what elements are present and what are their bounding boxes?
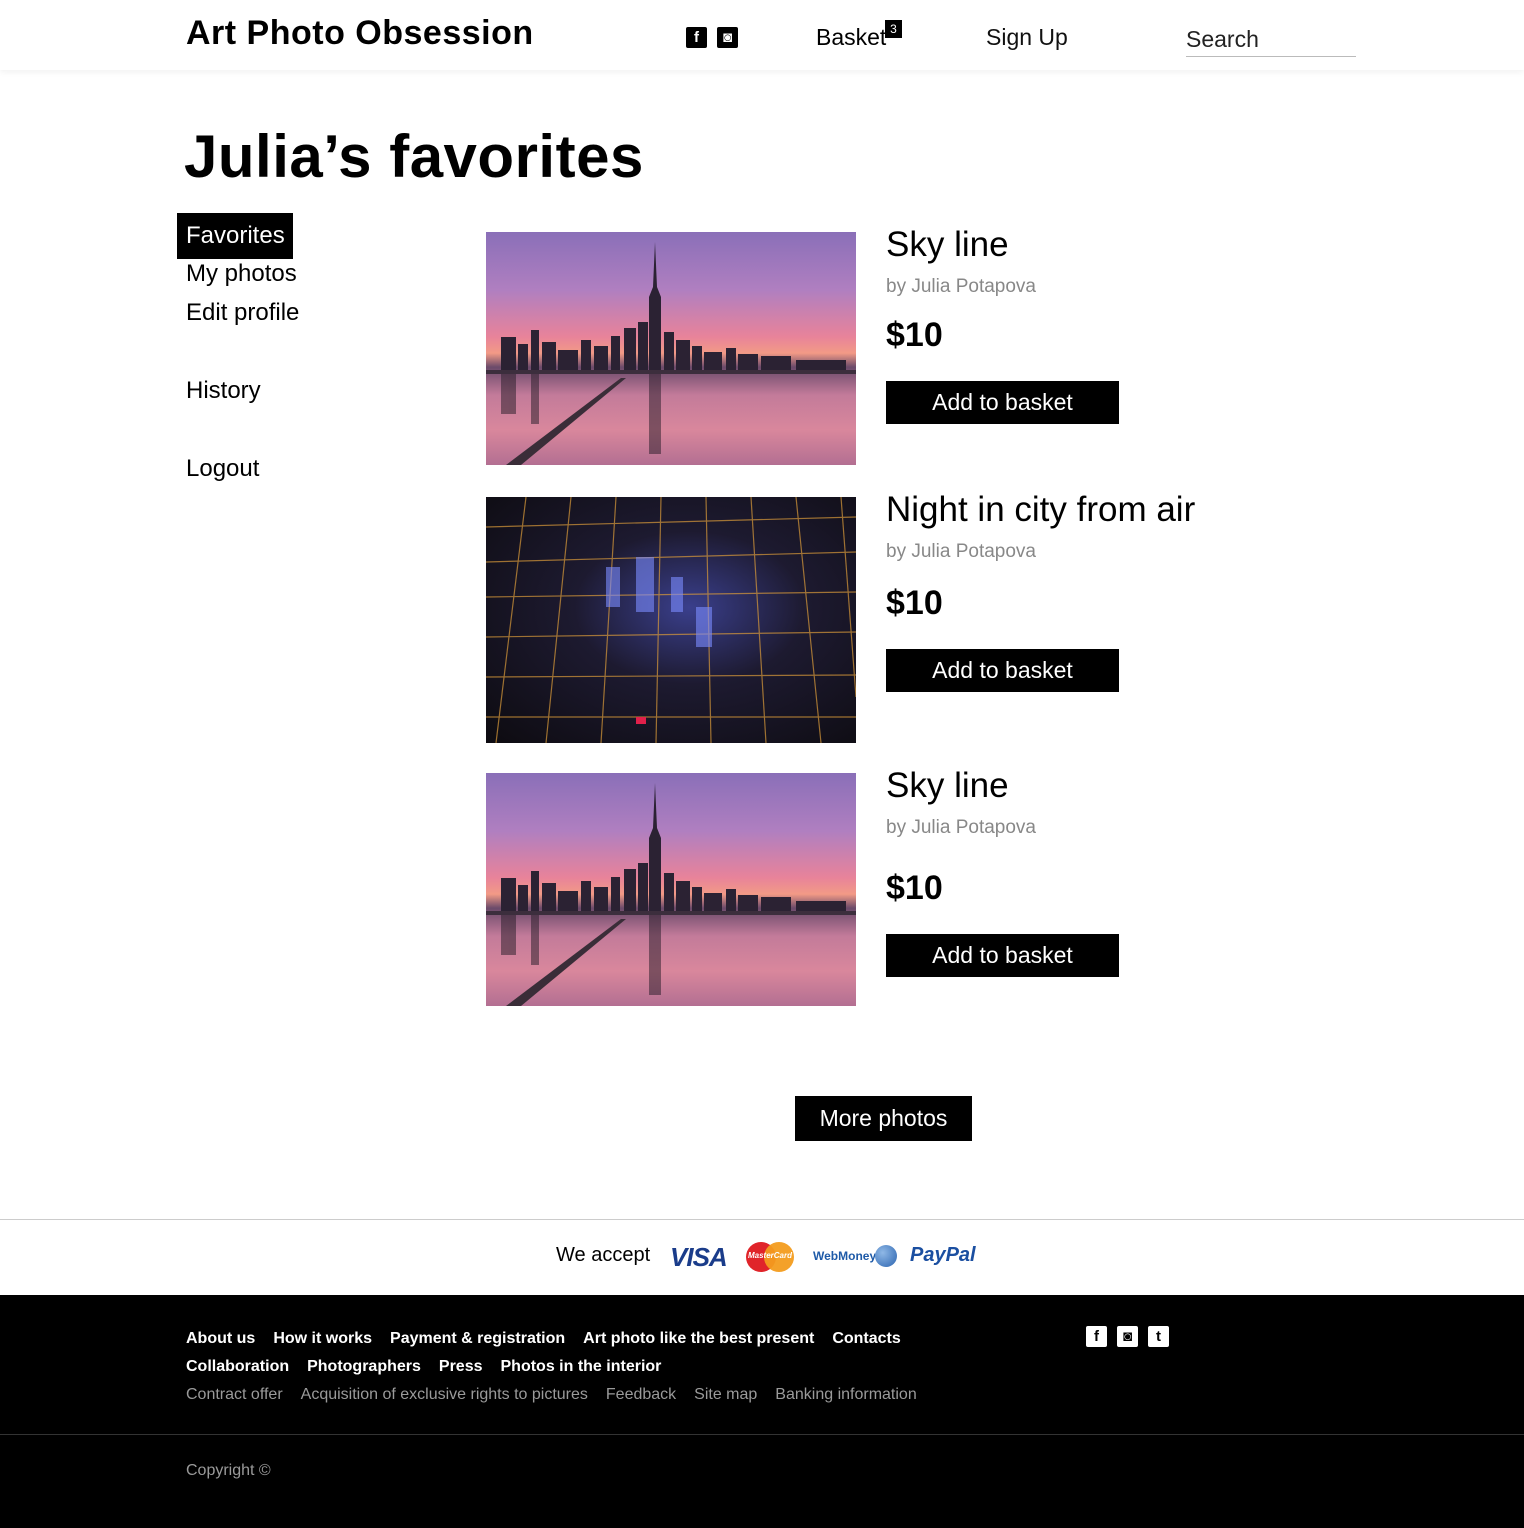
instagram-icon[interactable]: ◙ — [717, 27, 738, 48]
mastercard-logo: MasterCard — [746, 1242, 794, 1272]
footer-links-primary: About us How it works Payment & registra… — [186, 1330, 901, 1348]
footer-links-secondary: Collaboration Photographers Press Photos… — [186, 1358, 661, 1376]
photo-price: $10 — [886, 869, 943, 907]
webmoney-logo: WebMoney — [813, 1249, 877, 1263]
footer-link-contract[interactable]: Contract offer — [186, 1386, 283, 1404]
footer-link-press[interactable]: Press — [439, 1358, 483, 1376]
instagram-icon[interactable]: ◙ — [1117, 1326, 1138, 1347]
facebook-icon[interactable]: f — [686, 27, 707, 48]
photo-title[interactable]: Sky line — [886, 766, 1009, 806]
photo-author[interactable]: by Julia Potapova — [886, 817, 1036, 839]
webmoney-globe-icon — [875, 1245, 897, 1267]
photo-author[interactable]: by Julia Potapova — [886, 276, 1036, 298]
tumblr-icon[interactable]: t — [1148, 1326, 1169, 1347]
add-to-basket-button[interactable]: Add to basket — [886, 381, 1119, 424]
footer-divider — [0, 1434, 1524, 1435]
photo-price: $10 — [886, 584, 943, 622]
sidebar-item-edit-profile[interactable]: Edit profile — [186, 299, 299, 327]
sidebar-item-my-photos[interactable]: My photos — [186, 260, 297, 288]
footer-link-sitemap[interactable]: Site map — [694, 1386, 757, 1404]
photo-title[interactable]: Night in city from air — [886, 490, 1195, 530]
payment-methods: We accept VISA MasterCard WebMoney PayPa… — [0, 1219, 1524, 1295]
photo-thumbnail-night-city[interactable] — [486, 497, 856, 743]
basket-link[interactable]: Basket — [816, 24, 886, 51]
add-to-basket-button[interactable]: Add to basket — [886, 649, 1119, 692]
photo-thumbnail-skyline[interactable] — [486, 232, 856, 465]
footer-link-feedback[interactable]: Feedback — [606, 1386, 676, 1404]
site-header: Art Photo Obsession f ◙ Basket 3 Sign Up — [0, 0, 1524, 70]
sidebar-item-logout[interactable]: Logout — [186, 455, 259, 483]
paypal-logo: PayPal — [910, 1244, 976, 1266]
footer-link-payment[interactable]: Payment & registration — [390, 1330, 565, 1348]
footer-link-interior[interactable]: Photos in the interior — [501, 1358, 662, 1376]
footer-link-collaboration[interactable]: Collaboration — [186, 1358, 289, 1376]
copyright-text: Copyright © — [186, 1462, 271, 1479]
basket-count-badge: 3 — [885, 20, 902, 38]
footer-link-photographers[interactable]: Photographers — [307, 1358, 421, 1376]
footer-link-how-it-works[interactable]: How it works — [273, 1330, 372, 1348]
photo-price: $10 — [886, 316, 943, 354]
photo-author[interactable]: by Julia Potapova — [886, 541, 1036, 563]
page-title: Julia’s favorites — [184, 123, 644, 190]
we-accept-label: We accept — [556, 1244, 651, 1266]
search-input[interactable] — [1186, 22, 1356, 57]
visa-logo: VISA — [670, 1242, 728, 1272]
signup-link[interactable]: Sign Up — [986, 24, 1068, 51]
add-to-basket-button[interactable]: Add to basket — [886, 934, 1119, 977]
facebook-icon[interactable]: f — [1086, 1326, 1107, 1347]
footer-social: f ◙ t — [1086, 1326, 1169, 1347]
photo-title[interactable]: Sky line — [886, 225, 1009, 265]
footer-link-banking[interactable]: Banking information — [775, 1386, 916, 1404]
site-footer: About us How it works Payment & registra… — [0, 1295, 1524, 1528]
footer-link-present[interactable]: Art photo like the best present — [583, 1330, 814, 1348]
footer-link-rights[interactable]: Acquisition of exclusive rights to pictu… — [301, 1386, 588, 1404]
more-photos-button[interactable]: More photos — [795, 1096, 972, 1141]
photo-thumbnail-skyline[interactable] — [486, 773, 856, 1006]
footer-link-contacts[interactable]: Contacts — [832, 1330, 900, 1348]
site-logo[interactable]: Art Photo Obsession — [186, 14, 534, 53]
sidebar-item-favorites[interactable]: Favorites — [177, 213, 293, 259]
footer-links-legal: Contract offer Acquisition of exclusive … — [186, 1386, 917, 1404]
header-social: f ◙ — [686, 27, 738, 48]
footer-link-about[interactable]: About us — [186, 1330, 255, 1348]
sidebar-item-history[interactable]: History — [186, 377, 261, 405]
